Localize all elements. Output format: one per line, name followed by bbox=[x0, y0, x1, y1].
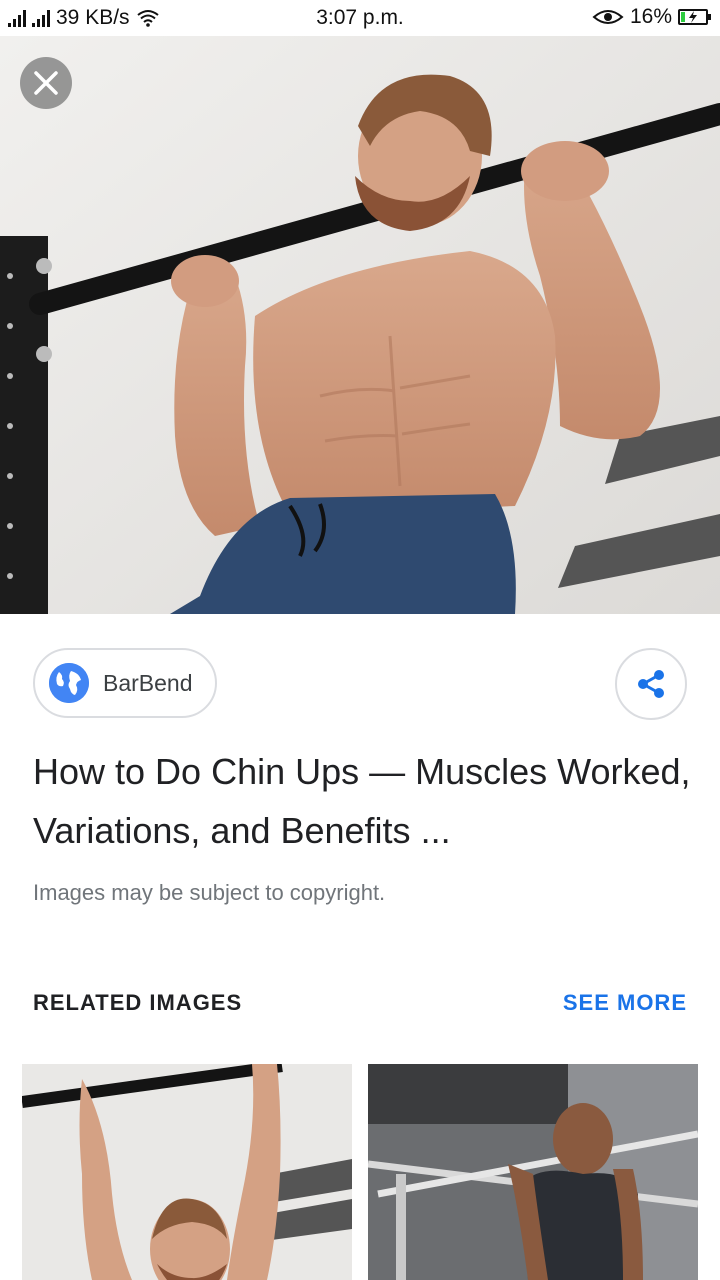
source-chip[interactable]: BarBend bbox=[33, 648, 217, 718]
share-button[interactable] bbox=[615, 648, 687, 720]
see-more-link[interactable]: SEE MORE bbox=[563, 990, 687, 1016]
battery-charging-icon bbox=[678, 9, 711, 25]
close-icon bbox=[34, 71, 58, 95]
related-image-thumbnail[interactable] bbox=[22, 1064, 352, 1280]
related-images-heading: RELATED IMAGES bbox=[33, 990, 243, 1015]
status-right: 16% bbox=[592, 5, 711, 29]
related-image-2 bbox=[368, 1064, 698, 1280]
status-bar: 39 KB/s 3:07 p.m. 16% bbox=[0, 0, 720, 36]
eye-icon bbox=[592, 10, 624, 24]
battery-percent: 16% bbox=[629, 5, 672, 28]
chin-up-photo bbox=[0, 36, 720, 614]
globe-icon bbox=[49, 663, 89, 703]
share-icon bbox=[638, 670, 664, 698]
source-name: BarBend bbox=[103, 669, 193, 696]
main-image[interactable] bbox=[0, 36, 720, 614]
battery-level-fill bbox=[681, 12, 685, 22]
page-title[interactable]: How to Do Chin Ups — Muscles Worked, Var… bbox=[33, 742, 693, 860]
related-image-1 bbox=[22, 1064, 352, 1280]
related-image-thumbnail[interactable] bbox=[368, 1064, 698, 1280]
copyright-notice: Images may be subject to copyright. bbox=[33, 880, 386, 905]
close-button[interactable] bbox=[20, 57, 72, 109]
